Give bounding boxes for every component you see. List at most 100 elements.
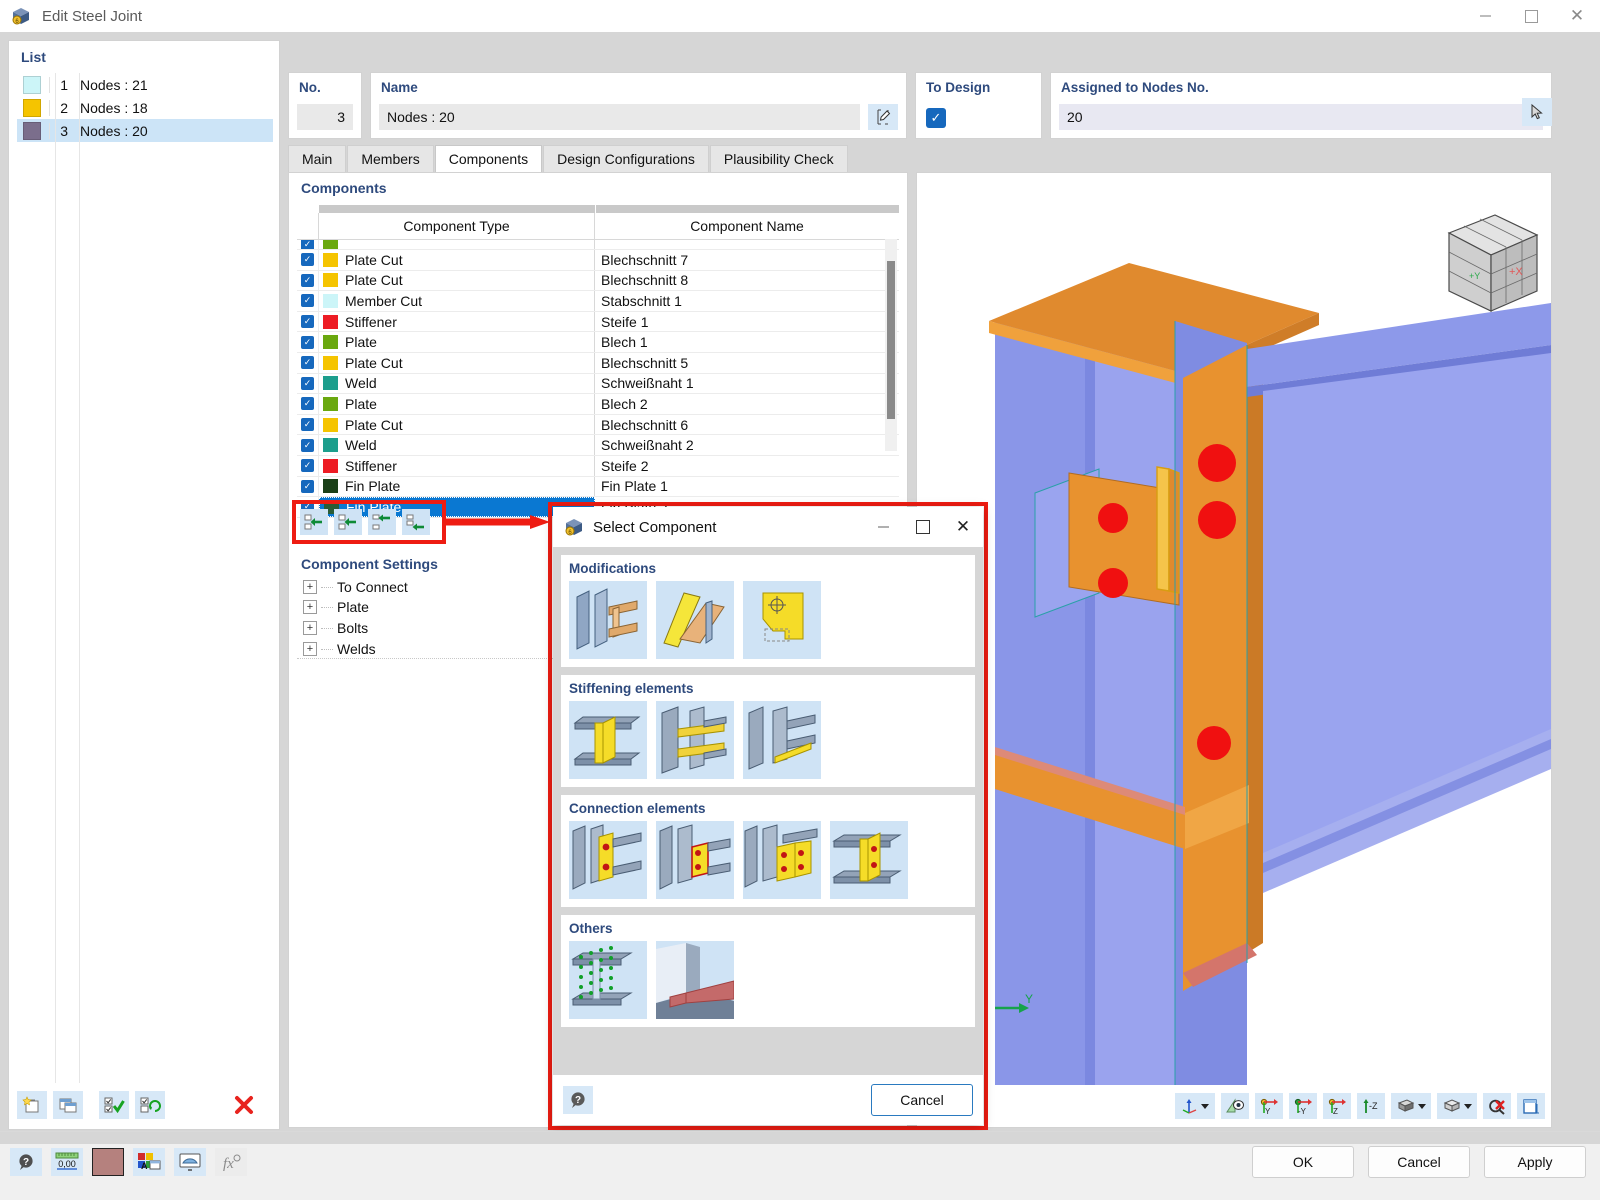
table-row[interactable]: ✓ Stiffener Steife 1 — [297, 311, 899, 333]
joint-no-input[interactable]: 3 — [297, 104, 353, 130]
table-row[interactable]: ✓ Weld Schweißnaht 2 — [297, 435, 899, 456]
plate-opening-thumb[interactable] — [743, 581, 821, 659]
table-row[interactable]: ✓ Plate Cut Blechschnitt 5 — [297, 352, 899, 374]
weld-thumb[interactable] — [656, 941, 734, 1019]
color-swatch-button[interactable] — [92, 1148, 124, 1176]
row-checkbox[interactable]: ✓ — [301, 315, 314, 329]
close-icon[interactable]: ✕ — [1554, 0, 1600, 32]
table-row[interactable]: ✓ Stiffener Steife 2 — [297, 455, 899, 477]
scrollbar-thumb[interactable] — [887, 261, 895, 419]
toolbar-highlight-box — [292, 500, 446, 544]
apply-button[interactable]: Apply — [1484, 1146, 1586, 1178]
isometric-view-button[interactable] — [1175, 1093, 1215, 1119]
splice-plate-thumb[interactable] — [743, 821, 821, 899]
row-checkbox[interactable]: ✓ — [301, 376, 314, 390]
copy-joint-button[interactable] — [53, 1091, 83, 1119]
steel-joint-3d-view[interactable]: +Y +X Y — [917, 173, 1551, 1085]
maximize-icon[interactable] — [903, 507, 943, 547]
print-view-button[interactable] — [1517, 1093, 1545, 1119]
expand-icon[interactable]: + — [303, 600, 317, 615]
view-minus-y-button[interactable]: -Y — [1289, 1093, 1317, 1119]
tab-design-configurations[interactable]: Design Configurations — [543, 145, 709, 172]
row-checkbox[interactable]: ✓ — [301, 418, 314, 432]
chevron-down-icon[interactable] — [1417, 1103, 1426, 1109]
plate-cut-thumb[interactable] — [656, 581, 734, 659]
dialog-cancel-button[interactable]: Cancel — [871, 1084, 973, 1116]
table-row[interactable]: ✓ Plate Blech 2 — [297, 394, 899, 415]
view-x-button[interactable]: Y — [1255, 1093, 1283, 1119]
column-header-component-type[interactable]: Component Type — [319, 213, 595, 239]
bolt-grid-thumb[interactable] — [569, 941, 647, 1019]
table-row[interactable]: ✓ Weld Schweißnaht 1 — [297, 373, 899, 395]
column-header-component-name[interactable]: Component Name — [595, 213, 899, 239]
to-design-checkbox[interactable]: ✓ — [926, 108, 946, 128]
fin-plate-thumb[interactable] — [569, 821, 647, 899]
member-cut-thumb[interactable] — [569, 581, 647, 659]
help-icon[interactable]: ? — [563, 1086, 593, 1114]
display-model-button[interactable] — [1391, 1093, 1431, 1119]
cancel-button[interactable]: Cancel — [1368, 1146, 1470, 1178]
table-row[interactable]: ✓ Plate Cut Blechschnitt 6 — [297, 414, 899, 436]
zoom-reset-button[interactable] — [1483, 1093, 1511, 1119]
table-row[interactable]: ✓ — [297, 240, 899, 250]
graphic-settings-button[interactable] — [174, 1148, 206, 1176]
stiffener-thumb[interactable] — [569, 701, 647, 779]
components-scrollbar[interactable] — [885, 239, 897, 451]
close-icon[interactable]: ✕ — [943, 507, 983, 547]
to-design-label: To Design — [926, 80, 991, 95]
select-all-button[interactable] — [99, 1091, 129, 1119]
row-checkbox[interactable]: ✓ — [301, 479, 314, 493]
chevron-down-icon[interactable] — [1201, 1103, 1209, 1109]
edit-pencil-icon[interactable] — [868, 104, 898, 130]
table-row[interactable]: ✓ Plate Blech 1 — [297, 332, 899, 353]
tab-main[interactable]: Main — [288, 145, 347, 172]
minimize-icon[interactable] — [863, 507, 903, 547]
render-mode-button[interactable] — [1221, 1093, 1249, 1119]
minimize-icon[interactable] — [1462, 0, 1508, 32]
row-checkbox[interactable]: ✓ — [301, 273, 314, 287]
table-row[interactable]: ✓ Fin Plate Fin Plate 1 — [297, 476, 899, 498]
new-joint-button[interactable] — [17, 1091, 47, 1119]
row-checkbox[interactable]: ✓ — [301, 356, 314, 370]
assigned-nodes-input[interactable]: 20 — [1059, 104, 1543, 130]
cell-component-name: Steife 1 — [601, 313, 649, 330]
color-swatch — [23, 75, 41, 94]
transparency-button[interactable] — [1437, 1093, 1477, 1119]
joint-list[interactable]: 1 Nodes : 21 2 Nodes : 18 3 Nodes : 20 — [17, 73, 273, 1083]
tab-members[interactable]: Members — [347, 145, 434, 172]
row-checkbox[interactable]: ✓ — [301, 294, 314, 308]
table-row[interactable]: ✓ Plate Cut Blechschnitt 8 — [297, 270, 899, 292]
row-checkbox[interactable]: ✓ — [301, 438, 314, 452]
table-row[interactable]: ✓ Member Cut Stabschnitt 1 — [297, 291, 899, 312]
joint-name-input[interactable]: Nodes : 20 — [379, 104, 860, 130]
invert-selection-button[interactable] — [135, 1091, 165, 1119]
view-z-button[interactable]: Z — [1323, 1093, 1351, 1119]
display-properties-button[interactable]: A — [133, 1148, 165, 1176]
expand-icon[interactable]: + — [303, 641, 317, 656]
table-row[interactable]: ✓ Plate Cut Blechschnitt 7 — [297, 250, 899, 271]
haunch-thumb[interactable] — [743, 701, 821, 779]
type-color-swatch — [323, 273, 338, 288]
help-button[interactable]: ? — [10, 1148, 42, 1176]
expand-icon[interactable]: + — [303, 620, 317, 635]
tab-components[interactable]: Components — [434, 145, 543, 172]
group-modifications: Modifications — [561, 555, 975, 667]
units-decimal-places-button[interactable]: 0,00 — [51, 1148, 83, 1176]
expand-icon[interactable]: + — [303, 579, 317, 594]
row-checkbox[interactable]: ✓ — [301, 253, 314, 267]
web-stiffener-thumb[interactable] — [656, 701, 734, 779]
view-minus-z-button[interactable]: -Z — [1357, 1093, 1385, 1119]
formula-button[interactable]: fx — [215, 1148, 247, 1176]
chevron-down-icon[interactable] — [1463, 1103, 1472, 1109]
row-checkbox[interactable]: ✓ — [301, 240, 314, 249]
row-checkbox[interactable]: ✓ — [301, 335, 314, 349]
ok-button[interactable]: OK — [1252, 1146, 1354, 1178]
row-checkbox[interactable]: ✓ — [301, 459, 314, 473]
maximize-icon[interactable] — [1508, 0, 1554, 32]
pick-cursor-icon[interactable] — [1522, 98, 1552, 126]
row-checkbox[interactable]: ✓ — [301, 397, 314, 411]
end-plate-thumb[interactable] — [656, 821, 734, 899]
delete-joint-button[interactable] — [229, 1091, 259, 1119]
double-angle-thumb[interactable] — [830, 821, 908, 899]
tab-plausibility-check[interactable]: Plausibility Check — [709, 145, 848, 172]
